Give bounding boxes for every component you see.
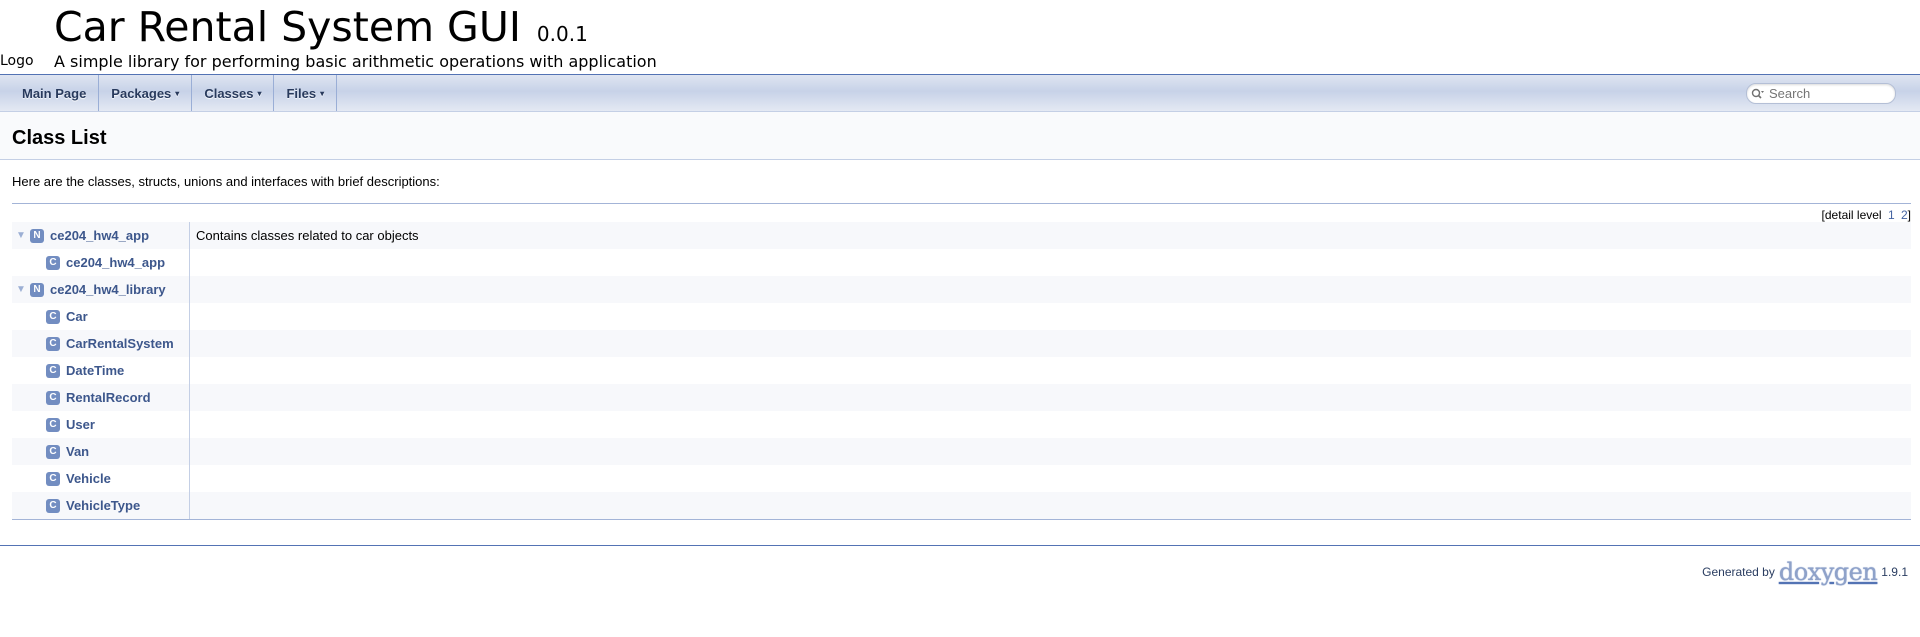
class-icon: C: [46, 471, 60, 486]
table-row: C RentalRecord: [12, 384, 1911, 411]
table-cell-entry: C Car: [12, 303, 190, 330]
table-row: C Van: [12, 438, 1911, 465]
intro-text: Here are the classes, structs, unions an…: [12, 174, 440, 189]
table-row: ▼ N ce204_hw4_library: [12, 276, 1911, 303]
detail-level-2[interactable]: 2: [1901, 208, 1908, 222]
generated-by-text: Generated by: [1702, 565, 1775, 579]
menu-packages[interactable]: Packages ▾: [99, 75, 193, 111]
chevron-down-icon: ▾: [320, 88, 325, 98]
table-cell-entry: C User: [12, 411, 190, 438]
class-icon: C: [46, 255, 60, 270]
chevron-down-icon: ▾: [257, 88, 262, 98]
class-icon: C: [46, 498, 60, 513]
detail-level-label: [detail level: [1821, 208, 1882, 222]
doxygen-version: 1.9.1: [1881, 565, 1908, 579]
table-row: C Car: [12, 303, 1911, 330]
table-row: C Vehicle: [12, 465, 1911, 492]
table-cell-entry: C CarRentalSystem: [12, 330, 190, 357]
page-header: Class List: [0, 112, 1920, 160]
namespace-link[interactable]: ce204_hw4_library: [50, 282, 166, 297]
table-row: ▼ N ce204_hw4_app Contains classes relat…: [12, 222, 1911, 249]
table-cell-entry: C VehicleType: [12, 492, 190, 519]
menu-classes-label: Classes: [204, 85, 254, 101]
class-icon: C: [46, 390, 60, 405]
nav-bar: Main Page Packages ▾ Classes ▾ Files ▾: [0, 75, 1920, 112]
table-row: C DateTime: [12, 357, 1911, 384]
menu-main-page[interactable]: Main Page: [10, 75, 100, 111]
project-name: Car Rental System GUI 0.0.1: [54, 2, 588, 59]
project-brief: A simple library for performing basic ar…: [54, 52, 657, 71]
class-link[interactable]: CarRentalSystem: [66, 336, 174, 351]
class-link[interactable]: VehicleType: [66, 498, 140, 513]
table-cell-entry: ▼ N ce204_hw4_library: [12, 276, 190, 303]
detail-level-1[interactable]: 1: [1888, 208, 1895, 222]
search-input[interactable]: [1769, 86, 1885, 101]
menu-files-label: Files: [286, 85, 317, 101]
menu-packages-label: Packages: [111, 85, 172, 101]
table-cell-entry: C DateTime: [12, 357, 190, 384]
expand-arrow-icon[interactable]: ▼: [12, 284, 30, 295]
chevron-down-icon: ▾: [175, 88, 180, 98]
class-icon: C: [46, 309, 60, 324]
footer: Generated by doxygen 1.9.1: [1702, 558, 1908, 586]
project-logo: Logo: [0, 53, 34, 69]
class-link[interactable]: RentalRecord: [66, 390, 151, 405]
class-icon: C: [46, 417, 60, 432]
table-cell-entry: C ce204_hw4_app: [12, 249, 190, 276]
class-icon: C: [46, 363, 60, 378]
row-description: Contains classes related to car objects: [196, 228, 419, 243]
footer-divider: [0, 545, 1920, 546]
menu-files[interactable]: Files ▾: [274, 75, 338, 111]
class-icon: C: [46, 336, 60, 351]
main-menu: Main Page Packages ▾ Classes ▾ Files ▾: [0, 75, 1920, 111]
table-cell-entry: C Van: [12, 438, 190, 465]
namespace-icon: N: [30, 228, 44, 243]
class-link[interactable]: DateTime: [66, 363, 124, 378]
expand-arrow-icon[interactable]: ▼: [12, 230, 30, 241]
doxygen-logo-link[interactable]: doxygen: [1779, 558, 1878, 586]
table-cell-entry: C Vehicle: [12, 465, 190, 492]
namespace-icon: N: [30, 282, 44, 297]
menu-classes[interactable]: Classes ▾: [192, 75, 275, 111]
project-number: 0.0.1: [536, 22, 588, 46]
class-link[interactable]: User: [66, 417, 95, 432]
class-list-table: ▼ N ce204_hw4_app Contains classes relat…: [12, 222, 1911, 520]
class-link[interactable]: Van: [66, 444, 89, 459]
detail-level-close: ]: [1907, 208, 1911, 222]
class-link[interactable]: Vehicle: [66, 471, 111, 486]
class-icon: C: [46, 444, 60, 459]
menu-main-page-label: Main Page: [22, 85, 87, 101]
page-title: Class List: [12, 127, 107, 149]
divider: [12, 203, 1911, 204]
search-box[interactable]: [1746, 83, 1896, 104]
title-area: Car Rental System GUI 0.0.1 Logo A simple…: [0, 0, 1920, 75]
detail-level-selector: [detail level 1 2]: [1822, 208, 1911, 222]
table-row: C CarRentalSystem: [12, 330, 1911, 357]
table-row: C VehicleType: [12, 492, 1911, 519]
table-cell-entry: C RentalRecord: [12, 384, 190, 411]
project-name-text: Car Rental System GUI: [54, 3, 521, 51]
table-row: C User: [12, 411, 1911, 438]
search-icon[interactable]: [1747, 88, 1769, 100]
class-link[interactable]: Car: [66, 309, 88, 324]
class-link[interactable]: ce204_hw4_app: [66, 255, 165, 270]
table-row: C ce204_hw4_app: [12, 249, 1911, 276]
namespace-link[interactable]: ce204_hw4_app: [50, 228, 149, 243]
table-cell-entry: ▼ N ce204_hw4_app: [12, 222, 190, 249]
